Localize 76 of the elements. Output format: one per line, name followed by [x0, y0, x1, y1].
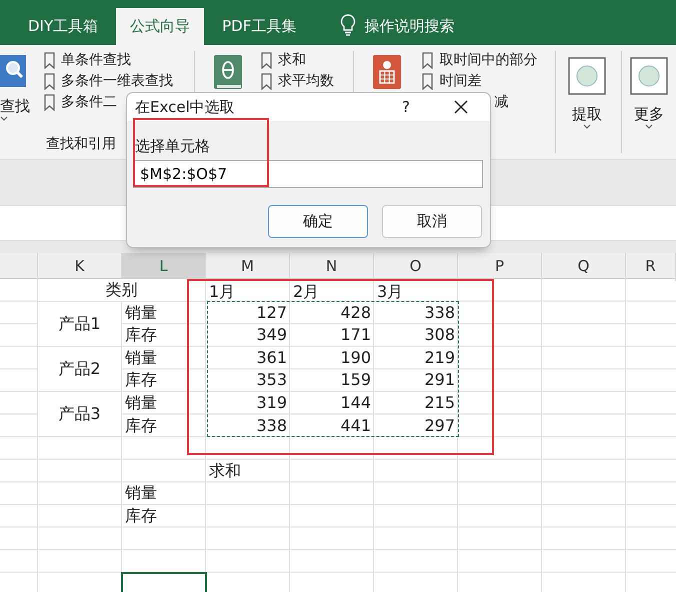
find-button-label[interactable]: 查找	[0, 97, 30, 116]
table-cell-text: 144	[339, 392, 372, 414]
table-cell-text: 求和	[208, 460, 242, 482]
table-cell-text: 190	[339, 346, 372, 369]
table-cell-text: 127	[255, 302, 288, 324]
ribbon-tab[interactable]: DIY工具箱	[14, 8, 112, 45]
table-cell-text: 1月	[208, 281, 236, 302]
ribbon-item[interactable]: 取时间中的部分	[439, 51, 538, 69]
bookmark-icon	[422, 72, 434, 90]
table-cell-text: 441	[339, 414, 372, 437]
table-cell-text: 库存	[124, 504, 158, 527]
table-cell-text: 349	[255, 324, 288, 346]
table-cell-text: 159	[339, 369, 372, 392]
input-field[interactable]: $M$2:$O$7	[133, 160, 483, 188]
caret-icon[interactable]	[645, 124, 653, 129]
caret-icon[interactable]	[0, 116, 8, 121]
bookmark-icon	[44, 72, 55, 90]
column-header[interactable]: O	[374, 253, 458, 281]
table-cell-text: 库存	[124, 369, 158, 392]
column-header[interactable]: M	[206, 253, 290, 281]
column-header[interactable]: L	[122, 253, 206, 281]
table-cell-text: 销量	[124, 346, 158, 369]
table-cell-text: 428	[339, 302, 372, 324]
bookmark-icon	[44, 94, 55, 110]
ribbon-item[interactable]: 求平均数	[278, 72, 334, 90]
table-cell-text: 销量	[124, 392, 158, 414]
ribbon-item[interactable]: 多条件一维表查找	[61, 72, 173, 90]
book-icon[interactable]	[214, 55, 242, 89]
ribbon-button-label[interactable]: 提取	[572, 105, 602, 124]
group-label: 查找和引用	[46, 135, 116, 153]
column-header[interactable]: R	[626, 253, 676, 281]
dialog-button[interactable]: 确定	[268, 205, 368, 238]
ribbon-item[interactable]: 时间差	[439, 72, 482, 90]
table-cell-text: 291	[423, 369, 456, 392]
table-cell-text: 库存	[124, 324, 158, 346]
caret-icon[interactable]	[583, 124, 592, 129]
ribbon-item[interactable]: 多条件二	[61, 93, 117, 111]
bookmark-icon	[44, 52, 55, 68]
table-cell-text: 215	[423, 392, 456, 414]
table-cell-text: 销量	[124, 482, 158, 504]
table-cell-text: 338	[255, 414, 288, 437]
active-cell[interactable]	[121, 572, 207, 592]
table-cell-text: 308	[423, 324, 456, 346]
table-cell-text: 319	[255, 392, 288, 414]
bookmark-icon	[260, 72, 272, 90]
bookmark-icon	[260, 52, 272, 68]
table-cell: 类别	[38, 279, 205, 302]
ribbon-item[interactable]: 单条件查找	[61, 51, 131, 69]
lightbulb-icon	[340, 14, 356, 36]
table-cell-text: 297	[423, 414, 456, 437]
table-cell-text: 171	[339, 324, 372, 346]
ribbon-button-label[interactable]: 更多	[634, 105, 664, 124]
table-cell-text: 219	[423, 346, 456, 369]
table-cell-text: 353	[255, 369, 288, 392]
ribbon-tab[interactable]: PDF工具集	[208, 8, 310, 45]
search-hint[interactable]: 操作说明搜索	[364, 8, 454, 45]
ribbon-item[interactable]: 求和	[278, 51, 306, 69]
column-header[interactable]: Q	[542, 253, 626, 281]
ribbon-tab[interactable]: 公式向导	[116, 8, 204, 45]
calendar-icon[interactable]	[373, 55, 402, 89]
column-header[interactable]: N	[290, 253, 374, 281]
dialog-button[interactable]: 取消	[382, 205, 482, 238]
dialog-title: 在Excel中选取	[135, 98, 235, 116]
table-cell-text: 338	[423, 302, 456, 324]
bookmark-icon	[422, 52, 434, 68]
ribbon-item[interactable]: 减	[494, 93, 508, 111]
close-icon[interactable]	[454, 100, 468, 114]
table-cell-text: 3月	[376, 281, 404, 302]
help-button[interactable]: ?	[402, 98, 410, 116]
field-label: 选择单元格	[135, 137, 211, 156]
table-cell-text: 2月	[292, 281, 320, 302]
table-cell-text: 361	[255, 346, 288, 369]
search-icon[interactable]	[0, 55, 26, 87]
table-cell-text: 库存	[124, 414, 158, 437]
table-cell-text: 销量	[124, 302, 158, 324]
column-header[interactable]: P	[458, 253, 542, 281]
